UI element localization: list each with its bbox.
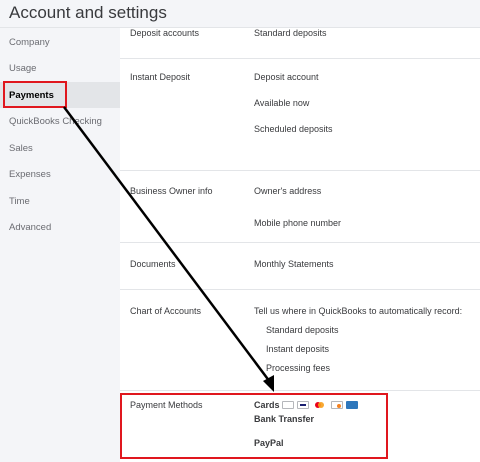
apple-pay-icon (282, 401, 294, 409)
available-now-value[interactable]: Available now (254, 98, 309, 108)
sidebar-item-expenses[interactable]: Expenses (0, 161, 120, 187)
sidebar-item-time[interactable]: Time (0, 188, 120, 214)
mobile-phone-number-value[interactable]: Mobile phone number (254, 218, 341, 228)
instant-deposit-label: Instant Deposit (130, 72, 191, 82)
chart-of-accounts-label: Chart of Accounts (130, 306, 202, 316)
sidebar-item-label: Sales (9, 143, 33, 154)
sidebar-item-sales[interactable]: Sales (0, 135, 120, 161)
sidebar-item-label: Usage (9, 63, 37, 74)
page-title: Account and settings (9, 3, 167, 22)
amex-icon (346, 401, 358, 409)
sidebar-item-label: Time (9, 196, 30, 207)
processing-fees-account[interactable]: Processing fees (266, 363, 330, 373)
page-header: Account and settings (0, 0, 480, 28)
sidebar-item-payments[interactable]: Payments (0, 82, 120, 108)
section-divider (120, 390, 480, 391)
sidebar-item-label: Advanced (9, 222, 52, 233)
standard-deposits-account[interactable]: Standard deposits (266, 325, 339, 335)
payment-methods-label: Payment Methods (130, 400, 203, 410)
business-owner-info-label: Business Owner info (130, 186, 213, 196)
settings-sidebar: Company Usage Payments QuickBooks Checki… (0, 28, 120, 462)
sidebar-item-usage[interactable]: Usage (0, 55, 120, 81)
discover-icon (331, 401, 343, 409)
sidebar-item-label: Company (9, 37, 50, 48)
sidebar-item-label: Expenses (9, 169, 51, 180)
mastercard-icon (314, 401, 326, 409)
section-divider (120, 170, 480, 171)
section-divider (120, 289, 480, 290)
instant-deposits-account[interactable]: Instant deposits (266, 344, 329, 354)
deposit-accounts-label: Deposit accounts (130, 28, 200, 38)
sidebar-item-quickbooks-checking[interactable]: QuickBooks Checking (0, 108, 120, 134)
payments-settings-panel: Deposit accounts Standard deposits Insta… (120, 28, 480, 462)
chart-of-accounts-intro: Tell us where in QuickBooks to automatic… (254, 306, 463, 316)
deposit-account-value[interactable]: Deposit account (254, 72, 319, 82)
scheduled-deposits-value[interactable]: Scheduled deposits (254, 124, 333, 134)
documents-label: Documents (130, 259, 176, 269)
section-divider (120, 242, 480, 243)
cards-value[interactable]: Cards (254, 400, 280, 410)
sidebar-item-label: QuickBooks Checking (9, 116, 102, 127)
sidebar-item-company[interactable]: Company (0, 29, 120, 55)
owners-address-value[interactable]: Owner's address (254, 186, 321, 196)
paypal-value[interactable]: PayPal (254, 438, 284, 448)
sidebar-item-advanced[interactable]: Advanced (0, 214, 120, 240)
monthly-statements-value[interactable]: Monthly Statements (254, 259, 334, 269)
visa-icon (297, 401, 309, 409)
bank-transfer-value[interactable]: Bank Transfer (254, 414, 314, 424)
standard-deposits-value[interactable]: Standard deposits (254, 28, 327, 38)
sidebar-item-label: Payments (9, 90, 54, 101)
section-divider (120, 58, 480, 59)
